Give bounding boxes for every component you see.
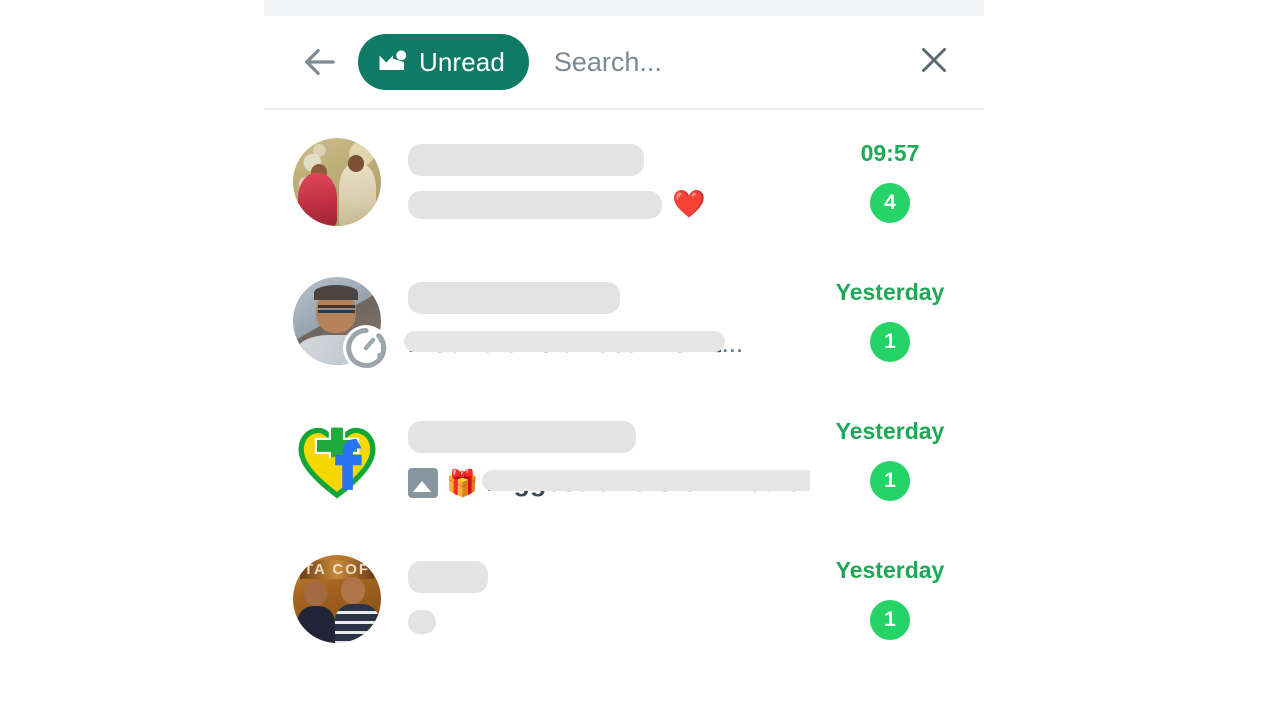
chat-message-preview: Biggest Offers On Medicines [482, 467, 810, 498]
chat-timestamp: Yesterday [835, 279, 945, 305]
app-panel: Unread Search... ❤️ 09:57 4 I found this… [264, 0, 984, 720]
unread-filter-chip[interactable]: Unread [358, 34, 529, 90]
avatar-photo: TA COF [293, 554, 381, 643]
chat-name-line [408, 282, 810, 314]
avatar-background-sign: TA COF [300, 559, 374, 580]
chat-list-item[interactable]: I found this direct ... of it ... Yester… [264, 251, 984, 390]
flipkart-health-plus-logo-icon [293, 424, 381, 508]
unread-count-badge[interactable]: 1 [870, 461, 910, 501]
unread-count-badge[interactable]: 1 [870, 600, 910, 640]
chat-timestamp: Yesterday [835, 557, 945, 583]
redacted-message-preview [408, 609, 436, 634]
close-icon [916, 42, 952, 83]
avatar-wrapper: TA COF [293, 554, 381, 643]
avatar-wrapper [293, 137, 381, 226]
chat-name-line [408, 143, 810, 176]
chat-timestamp: Yesterday [835, 418, 945, 444]
chat-timestamp: 09:57 [860, 140, 920, 166]
redacted-contact-name [408, 282, 620, 314]
unread-count-badge[interactable]: 4 [870, 183, 910, 223]
arrow-left-icon [298, 41, 340, 83]
chat-name-line [408, 560, 810, 593]
heart-emoji: ❤️ [672, 189, 706, 219]
avatar-photo [293, 137, 381, 226]
chat-meta: Yesterday 1 [826, 418, 954, 501]
chat-list-item[interactable]: 🎁 Biggest Offers On Medicines ✅ ... Yest… [264, 390, 984, 529]
avatar[interactable] [293, 416, 381, 504]
unread-message-icon [378, 49, 408, 75]
chat-text-block: 🎁 Biggest Offers On Medicines ✅ ... [381, 421, 826, 498]
status-bar-strip [264, 0, 984, 16]
close-search-button[interactable] [910, 38, 958, 86]
search-input[interactable] [553, 46, 900, 78]
gift-emoji: 🎁 [446, 467, 479, 498]
avatar[interactable] [293, 137, 381, 226]
redacted-message-preview [408, 190, 662, 219]
back-button[interactable] [296, 39, 342, 85]
chat-message-line: ❤️ [408, 190, 810, 220]
chat-text-block: I found this direct ... of it ... [381, 282, 826, 359]
disappearing-messages-clock-icon [339, 321, 393, 375]
chat-meta: 09:57 4 [826, 140, 954, 223]
screen: Unread Search... ❤️ 09:57 4 I found this… [0, 0, 1280, 720]
chat-message-preview: I found this direct ... of it [403, 328, 726, 358]
unread-filter-label: Unread [419, 46, 505, 77]
chat-meta: Yesterday 1 [826, 279, 954, 362]
chat-meta: Yesterday 1 [826, 557, 954, 640]
redacted-contact-name [408, 560, 488, 593]
chat-list[interactable]: ❤️ 09:57 4 I found this direct ... of it… [264, 112, 984, 720]
redacted-contact-name [408, 421, 636, 453]
avatar-wrapper [293, 276, 389, 371]
chat-list-item[interactable]: ❤️ 09:57 4 [264, 112, 984, 251]
chat-text-block: ❤️ [381, 143, 826, 220]
chat-name-line [408, 421, 810, 453]
chat-message-line [408, 607, 810, 637]
chat-text-block [381, 560, 826, 637]
image-attachment-icon [408, 467, 438, 498]
chat-message-line: I found this direct ... of it ... [403, 328, 810, 359]
avatar-wrapper [293, 416, 381, 504]
redacted-contact-name [408, 143, 644, 176]
unread-count-badge[interactable]: 1 [870, 322, 910, 362]
chat-list-item[interactable]: TA COF Yesterday 1 [264, 529, 984, 668]
chat-message-line: 🎁 Biggest Offers On Medicines ✅ ... [408, 467, 810, 498]
avatar[interactable]: TA COF [293, 554, 381, 643]
search-header: Unread [264, 16, 984, 110]
